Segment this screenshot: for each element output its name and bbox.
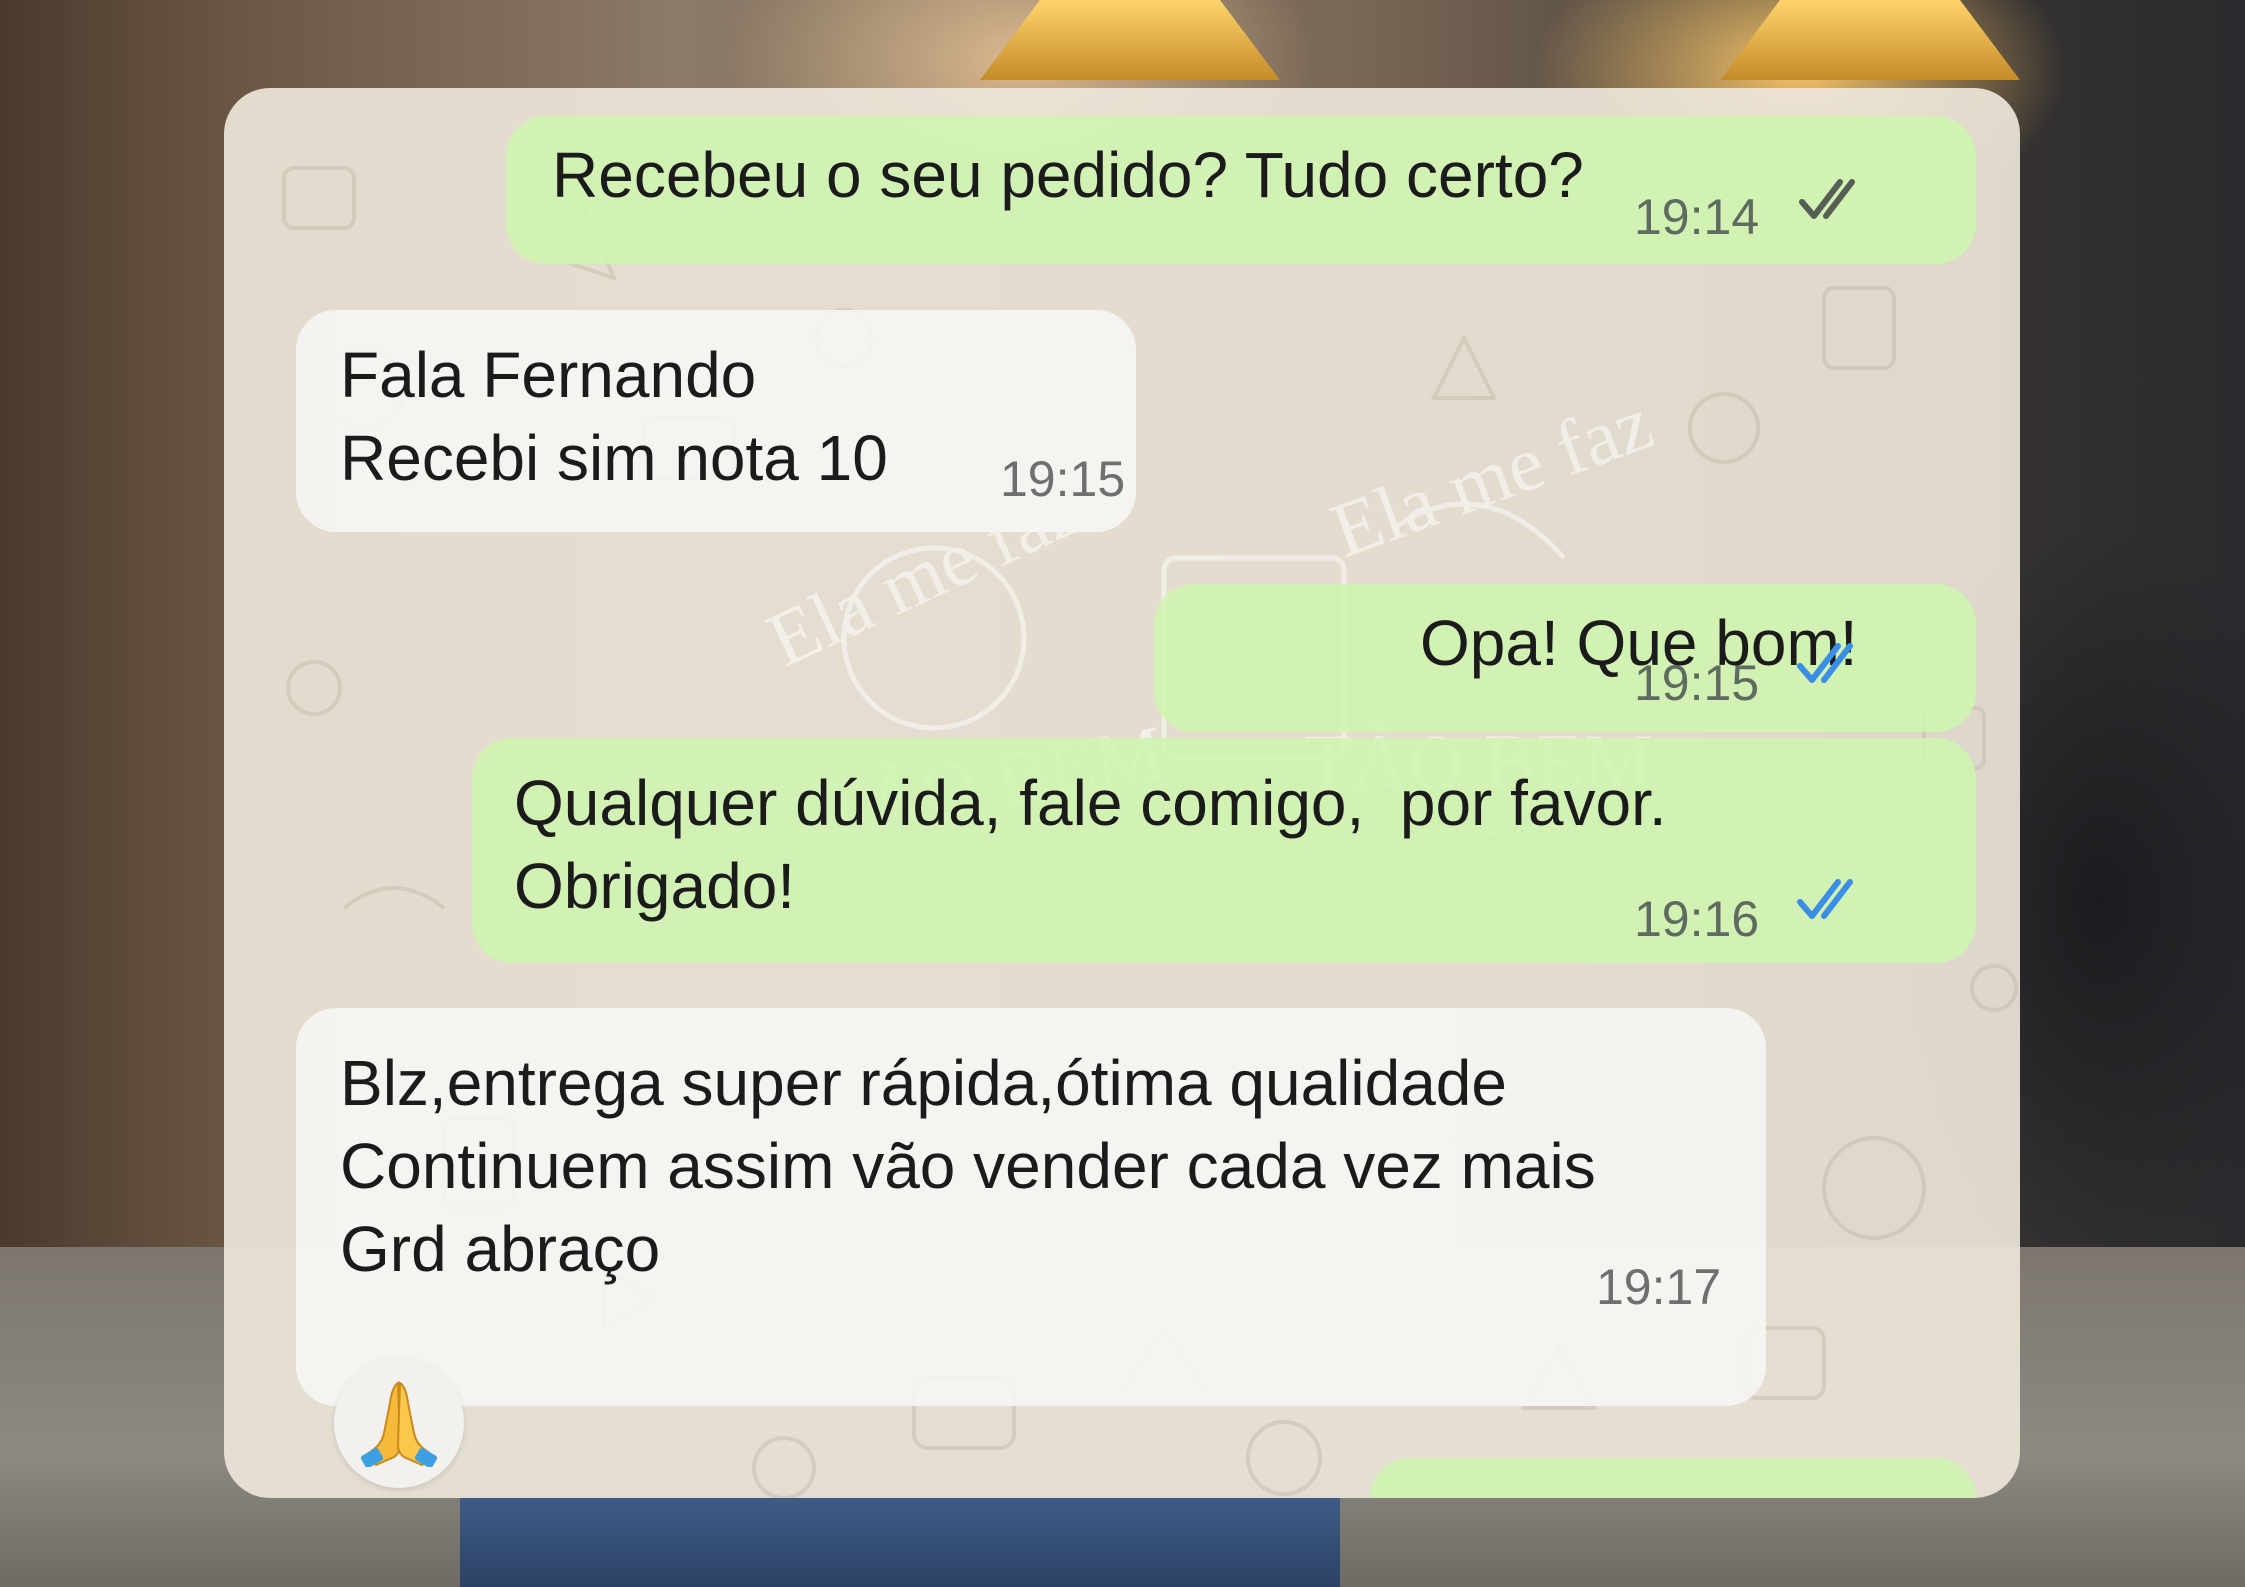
message-bubble-outgoing[interactable]: Recebeu o seu pedido? Tudo certo? 19:14 xyxy=(506,116,1976,264)
folded-hands-emoji-icon xyxy=(360,1381,438,1467)
message-bubble-outgoing[interactable]: Qualquer dúvida, fale comigo, por favor.… xyxy=(472,738,1976,963)
message-text-line: Blz,entrega super rápida,ótima qualidade xyxy=(340,1047,1507,1119)
message-bubble-incoming[interactable]: Blz,entrega super rápida,ótima qualidade… xyxy=(296,1008,1766,1406)
read-ticks-icon xyxy=(1797,879,1853,919)
message-text-line: Qualquer dúvida, fale comigo, por favor. xyxy=(514,767,1667,839)
message-text-line: Obrigado! xyxy=(514,850,796,922)
message-bubble-outgoing-partial[interactable] xyxy=(1370,1458,1976,1498)
lamp-light xyxy=(980,0,1280,80)
message-text: Recebeu o seu pedido? Tudo certo? xyxy=(552,139,1584,211)
message-text-line: Grd abraço xyxy=(340,1213,661,1285)
message-time: 19:14 xyxy=(1634,189,1760,245)
message-time: 19:15 xyxy=(1634,655,1760,711)
message-bubble-outgoing[interactable]: Opa! Que bom! 19:15 xyxy=(1154,584,1976,732)
svg-text:Ela me faz: Ela me faz xyxy=(1320,408,1663,574)
message-text-line: Fala Fernando xyxy=(340,339,757,411)
chat-panel[interactable]: Ela me faz Ela me faz TÃO BEM TÃO BEM Re… xyxy=(224,88,2020,1498)
lamp-light xyxy=(1720,0,2020,80)
message-time: 19:16 xyxy=(1634,891,1760,947)
read-ticks-icon xyxy=(1797,643,1853,683)
message-time: 19:15 xyxy=(1000,451,1126,507)
message-text-line: Recebi sim nota 10 xyxy=(340,422,888,494)
background-jeans xyxy=(460,1497,1340,1587)
message-bubble-incoming[interactable]: Fala Fernando Recebi sim nota 10 19:15 xyxy=(296,310,1136,532)
message-text-line: Continuem assim vão vender cada vez mais xyxy=(340,1130,1596,1202)
message-time: 19:17 xyxy=(1596,1259,1722,1315)
message-reaction[interactable] xyxy=(334,1358,464,1488)
delivered-ticks-icon xyxy=(1799,179,1855,219)
